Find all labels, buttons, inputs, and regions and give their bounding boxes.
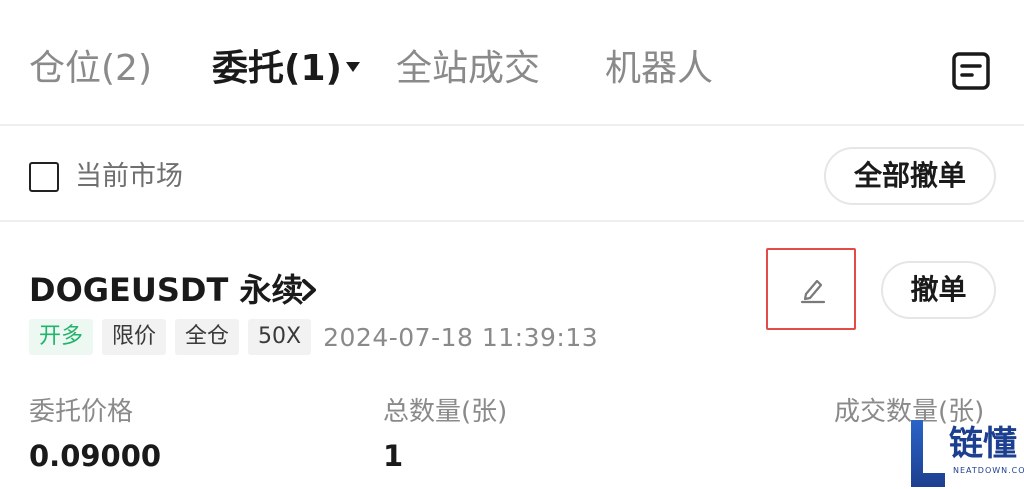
total-qty-value: 1 bbox=[383, 439, 404, 473]
watermark-logo: 链懂 NEATDOWN.COM bbox=[907, 418, 1024, 489]
cancel-order-button[interactable]: 撤单 bbox=[881, 261, 996, 319]
total-qty-label: 总数量(张) bbox=[383, 397, 508, 427]
current-market-checkbox[interactable] bbox=[29, 162, 59, 192]
cancel-all-button[interactable]: 全部撤单 bbox=[824, 147, 996, 205]
tab-orders[interactable]: 委托(1) bbox=[212, 44, 342, 94]
order-symbol[interactable]: DOGEUSDT 永续 bbox=[29, 268, 303, 312]
order-price-value: 0.09000 bbox=[29, 439, 162, 473]
logo-l-icon bbox=[911, 420, 945, 487]
order-tabs: 仓位(2) 委托(1) 全站成交 机器人 bbox=[0, 0, 1024, 126]
edit-order-button[interactable] bbox=[766, 248, 856, 330]
filter-bar: 当前市场 全部撤单 bbox=[0, 128, 1024, 222]
tag-order-type: 限价 bbox=[102, 319, 167, 355]
watermark-subtext: NEATDOWN.COM bbox=[953, 466, 1024, 475]
caret-down-icon[interactable] bbox=[346, 62, 360, 72]
current-market-label[interactable]: 当前市场 bbox=[75, 158, 183, 196]
notes-icon[interactable] bbox=[951, 51, 991, 91]
order-price-label: 委托价格 bbox=[29, 397, 134, 427]
tag-side: 开多 bbox=[29, 319, 94, 355]
watermark-text: 链懂 bbox=[949, 424, 1017, 464]
tag-margin-mode: 全仓 bbox=[175, 319, 240, 355]
tab-positions[interactable]: 仓位(2) bbox=[29, 44, 152, 94]
order-timestamp: 2024-07-18 11:39:13 bbox=[323, 322, 599, 352]
order-tags: 开多 限价 全仓 50X 2024-07-18 11:39:13 bbox=[29, 318, 598, 356]
tab-market-trades[interactable]: 全站成交 bbox=[396, 44, 540, 94]
pencil-icon bbox=[800, 279, 826, 304]
tag-leverage: 50X bbox=[248, 319, 312, 355]
order-card: DOGEUSDT 永续 开多 限价 全仓 50X 2024-07-18 11:3… bbox=[0, 224, 1024, 489]
chevron-right-icon[interactable] bbox=[298, 277, 320, 303]
tab-bots[interactable]: 机器人 bbox=[605, 44, 713, 94]
